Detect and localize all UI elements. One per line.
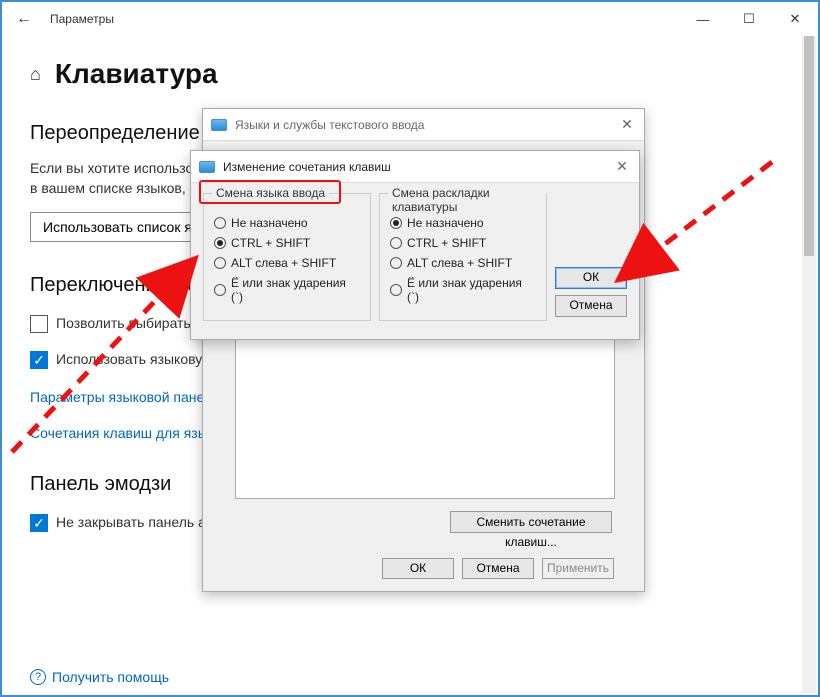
layout-none-label: Не назначено <box>407 216 484 230</box>
layout-none-radio[interactable] <box>390 217 402 229</box>
lang-altshift-label: ALT слева + SHIFT <box>231 256 336 270</box>
use-language-bar-checkbox[interactable]: ✓ <box>30 351 48 369</box>
home-icon[interactable]: ⌂ <box>30 64 41 85</box>
input-language-group: Смена языка ввода Не назначено CTRL + SH… <box>203 193 371 321</box>
text-services-title: Языки и службы текстового ввода <box>235 118 424 132</box>
close-button[interactable]: ✕ <box>772 4 818 34</box>
titlebar: ← Параметры — ☐ ✕ <box>2 2 818 36</box>
change-key-ok-button[interactable]: ОК <box>555 267 627 289</box>
back-button[interactable]: ← <box>8 10 40 28</box>
maximize-button[interactable]: ☐ <box>726 4 772 34</box>
allow-per-app-checkbox[interactable] <box>30 315 48 333</box>
annotation-highlight-box <box>199 180 341 204</box>
layout-altshift-label: ALT слева + SHIFT <box>407 256 512 270</box>
change-key-title: Изменение сочетания клавиш <box>223 160 391 174</box>
keyboard-icon <box>211 119 227 131</box>
keyboard-layout-legend: Смена раскладки клавиатуры <box>388 186 546 214</box>
lang-ctrlshift-label: CTRL + SHIFT <box>231 236 310 250</box>
text-services-cancel-button[interactable]: Отмена <box>462 558 534 579</box>
change-key-sequence-button[interactable]: Сменить сочетание клавиш... <box>450 511 612 533</box>
layout-tilde-label: Ё или знак ударения (`) <box>407 276 536 304</box>
help-icon: ? <box>30 669 46 685</box>
minimize-button[interactable]: — <box>680 4 726 34</box>
page-title: Клавиатура <box>55 58 218 90</box>
help-link[interactable]: ? Получить помощь <box>30 669 169 685</box>
help-text: Получить помощь <box>52 669 169 685</box>
layout-ctrlshift-label: CTRL + SHIFT <box>407 236 486 250</box>
keyboard-layout-group: Смена раскладки клавиатуры Не назначено … <box>379 193 547 321</box>
lang-tilde-radio[interactable] <box>214 284 226 296</box>
change-key-titlebar[interactable]: Изменение сочетания клавиш ✕ <box>191 151 639 183</box>
layout-altshift-radio[interactable] <box>390 257 402 269</box>
window-title: Параметры <box>50 12 114 26</box>
lang-none-radio[interactable] <box>214 217 226 229</box>
change-key-cancel-button[interactable]: Отмена <box>555 295 627 317</box>
keyboard-icon <box>199 161 215 173</box>
lang-altshift-radio[interactable] <box>214 257 226 269</box>
lang-tilde-label: Ё или знак ударения (`) <box>231 276 360 304</box>
change-key-close-button[interactable]: ✕ <box>607 154 637 180</box>
change-key-sequence-dialog: Изменение сочетания клавиш ✕ Смена языка… <box>190 150 640 340</box>
text-services-apply-button[interactable]: Применить <box>542 558 614 579</box>
text-services-ok-button[interactable]: ОК <box>382 558 454 579</box>
layout-tilde-radio[interactable] <box>390 284 402 296</box>
layout-ctrlshift-radio[interactable] <box>390 237 402 249</box>
lang-none-label: Не назначено <box>231 216 308 230</box>
emoji-autoclose-checkbox[interactable]: ✓ <box>30 514 48 532</box>
settings-window: ← Параметры — ☐ ✕ ⌂ Клавиатура Переопред… <box>0 0 820 697</box>
lang-ctrlshift-radio[interactable] <box>214 237 226 249</box>
text-services-titlebar[interactable]: Языки и службы текстового ввода ✕ <box>203 109 644 141</box>
text-services-close-button[interactable]: ✕ <box>612 112 642 138</box>
